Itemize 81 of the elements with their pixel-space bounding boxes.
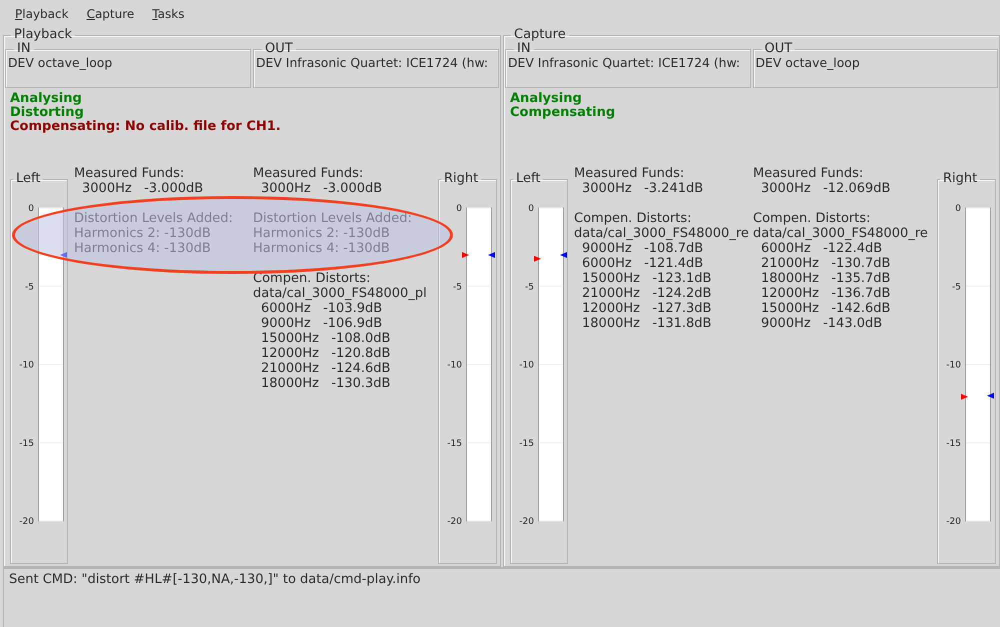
section-heading: Compen. Distorts:	[253, 271, 372, 286]
value-line: Harmonics 4: -130dB	[253, 241, 391, 256]
file-path: data/cal_3000_FS48000_re	[753, 226, 929, 241]
meter-title: Right	[443, 172, 480, 186]
panel-title: Capture	[513, 28, 567, 42]
value-line: 18000Hz -130.3dB	[260, 376, 392, 391]
tick-label: 0	[28, 204, 34, 214]
section-heading: Compen. Distorts:	[753, 211, 872, 226]
section-heading: Measured Funds:	[574, 166, 686, 181]
value-line: 9000Hz -108.7dB	[581, 241, 704, 256]
menu-item[interactable]: Capture	[86, 7, 134, 21]
device-name: DEV Infrasonic Quartet: ICE1724 (hw:	[256, 56, 490, 70]
value-line: 21000Hz -124.6dB	[260, 361, 392, 376]
status-text: Analysing	[10, 92, 83, 106]
value-line: Harmonics 2: -130dB	[74, 226, 212, 241]
section-heading: Measured Funds:	[74, 166, 186, 181]
value-line: 6000Hz -103.9dB	[260, 301, 384, 316]
status-message: Sent CMD: "distort #HL#[-130,NA,-130,]" to data/cmd-play.info	[9, 572, 421, 587]
value-line: 9000Hz -106.9dB	[260, 316, 384, 331]
file-path: data/cal_3000_FS48000_pl	[253, 286, 428, 301]
device-label: IN	[516, 42, 532, 56]
tick-label: -15	[519, 438, 534, 449]
value-line: 12000Hz -136.7dB	[760, 286, 892, 301]
panel-title: Playback	[13, 28, 74, 42]
section-heading: Measured Funds:	[253, 166, 364, 181]
value-line: 3000Hz -12.069dB	[760, 181, 892, 196]
tick-label: 0	[456, 204, 462, 214]
value-line: 12000Hz -127.3dB	[581, 301, 712, 316]
file-path: data/cal_3000_FS48000_re	[574, 226, 747, 241]
device-name: DEV Infrasonic Quartet: ICE1724 (hw:	[508, 56, 742, 70]
tick-label: -15	[19, 438, 34, 449]
tick-label: -5	[525, 282, 534, 292]
value-line: 3000Hz -3.000dB	[260, 181, 384, 196]
section-heading: Distortion Levels Added:	[74, 211, 234, 226]
device-label: OUT	[264, 42, 294, 56]
tick-label: -20	[447, 517, 462, 527]
meter-title: Left	[15, 172, 42, 186]
menu-item[interactable]: Playback	[15, 7, 69, 21]
tick-label: -10	[19, 360, 34, 370]
value-line: 15000Hz -123.1dB	[581, 271, 712, 286]
device-label: OUT	[764, 42, 794, 56]
tick-label: -20	[19, 517, 34, 527]
value-line: 21000Hz -124.2dB	[581, 286, 712, 301]
tick-label: -10	[447, 360, 462, 370]
value-line: 3000Hz -3.241dB	[581, 181, 704, 196]
value-line: 21000Hz -130.7dB	[760, 256, 892, 271]
tick-label: -20	[946, 517, 961, 527]
value-line: Harmonics 4: -130dB	[74, 241, 212, 256]
status-text: Compensating: No calib. file for CH1.	[10, 120, 282, 134]
tick-label: 0	[528, 204, 534, 214]
value-line: 18000Hz -135.7dB	[760, 271, 892, 286]
meter-title: Left	[515, 172, 542, 186]
device-name: DEV octave_loop	[8, 56, 114, 70]
section-heading: Distortion Levels Added:	[253, 211, 413, 226]
tick-label: -5	[25, 282, 34, 292]
tick-label: -15	[447, 438, 462, 449]
tick-label: -5	[453, 282, 462, 292]
tick-label: -15	[946, 438, 961, 449]
tick-label: -5	[952, 282, 961, 292]
device-name: DEV octave_loop	[756, 56, 861, 70]
value-line: 15000Hz -108.0dB	[260, 331, 392, 346]
value-line: 3000Hz -3.000dB	[81, 181, 204, 196]
tick-label: -20	[519, 517, 534, 527]
tick-label: 0	[955, 204, 961, 214]
tick-label: -10	[519, 360, 534, 370]
section-heading: Measured Funds:	[753, 166, 864, 181]
meter-title: Right	[942, 172, 978, 186]
menu-item[interactable]: Tasks	[152, 7, 184, 21]
value-line: 6000Hz -121.4dB	[581, 256, 704, 271]
value-line: 9000Hz -143.0dB	[760, 316, 884, 331]
value-line: 6000Hz -122.4dB	[760, 241, 884, 256]
section-heading: Compen. Distorts:	[574, 211, 692, 226]
value-line: Harmonics 2: -130dB	[253, 226, 391, 241]
device-label: IN	[16, 42, 32, 56]
status-text: Distorting	[10, 106, 85, 120]
value-line: 12000Hz -120.8dB	[260, 346, 392, 361]
status-text: Analysing	[510, 92, 583, 106]
value-line: 15000Hz -142.6dB	[760, 301, 892, 316]
tick-label: -10	[946, 360, 961, 370]
status-text: Compensating	[510, 106, 616, 120]
value-line: 18000Hz -131.8dB	[581, 316, 712, 331]
